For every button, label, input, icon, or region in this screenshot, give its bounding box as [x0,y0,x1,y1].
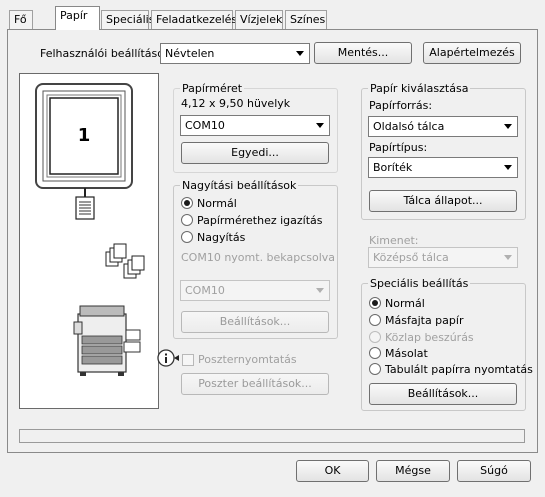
preview-page-number: 1 [77,125,91,146]
paper-size-select[interactable]: COM10 [180,115,330,136]
special-tab-paper-label: Tabulált papírra nyomtatás [385,363,533,376]
paper-type-value: Boríték [373,161,413,174]
output-select[interactable]: Középső tálca [368,247,518,268]
preview-panel: 1 [19,73,159,409]
fit-size-select[interactable]: COM10 [180,280,330,301]
zoom-normal-label: Normál [197,197,237,210]
paper-type-select[interactable]: Boríték [368,157,518,178]
special-copy-label: Másolat [385,347,428,360]
info-icon[interactable] [157,348,179,368]
help-button[interactable]: Súgó [457,460,531,482]
status-strip [19,429,525,443]
tab-label: Színes [290,13,326,26]
special-insert-sheet-radio[interactable] [369,331,381,343]
tab-main[interactable]: Fő [9,10,33,29]
chevron-down-icon [316,123,324,128]
tab-advanced[interactable]: Speciális [101,10,154,29]
user-settings-label: Felhasználói beállítások: [40,47,175,60]
special-settings-title: Speciális beállítás [370,277,469,290]
zoom-settings-title: Nagyítási beállítások [182,179,297,192]
output-label: Kimenet: [369,234,419,247]
fit-size-value: COM10 [185,284,225,297]
tab-label: Speciális [106,13,155,26]
paper-selection-title: Papír kiválasztása [370,82,469,95]
paper-type-label: Papírtípus: [369,141,428,154]
zoom-settings-button[interactable]: Beállítások... [181,311,329,333]
user-settings-value: Névtelen [165,47,215,60]
zoom-enlarge-label: Nagyítás [197,231,246,244]
paper-size-title: Papírméret [182,82,243,95]
tab-label: Vízjelek [240,13,283,26]
zoom-enlarge-radio[interactable] [181,231,193,243]
poster-print-label: Poszternyomtatás [198,353,297,366]
paper-dimensions: 4,12 x 9,50 hüvelyk [181,97,291,110]
save-button[interactable]: Mentés... [314,42,412,64]
tab-color[interactable]: Színes [285,10,327,29]
tab-watermarks[interactable]: Vízjelek [235,10,283,29]
chevron-down-icon [504,165,512,170]
tab-label: Feladatkezelés [156,13,238,26]
custom-size-button[interactable]: Egyedi... [181,142,329,164]
chevron-down-icon [296,51,304,56]
output-value: Középső tálca [373,251,449,264]
special-different-paper-radio[interactable] [369,314,381,326]
paper-size-value: COM10 [185,119,225,132]
paper-source-select[interactable]: Oldalsó tálca [368,116,518,137]
user-settings-select[interactable]: Névtelen [160,43,310,64]
zoom-fit-note: COM10 nyomt. bekapcsolva [181,251,336,264]
cancel-button[interactable]: Mégse [376,460,450,482]
zoom-fit-label: Papírmérethez igazítás [197,214,323,227]
zoom-fit-radio[interactable] [181,214,193,226]
special-normal-label: Normál [385,297,425,310]
tab-job-handling[interactable]: Feladatkezelés [151,10,237,29]
poster-settings-button[interactable]: Poszter beállítások... [181,373,329,395]
defaults-button[interactable]: Alapértelmezés [423,42,521,64]
ok-button[interactable]: OK [296,460,369,482]
chevron-down-icon [504,255,512,260]
poster-print-checkbox[interactable] [182,354,194,366]
chevron-down-icon [316,288,324,293]
special-normal-radio[interactable] [369,297,381,309]
special-settings-button[interactable]: Beállítások... [369,383,517,405]
collate-icon [105,243,145,279]
special-tab-paper-radio[interactable] [369,363,381,375]
printer-icon [73,305,141,376]
paper-source-value: Oldalsó tálca [373,120,445,133]
tab-label: Papír [60,9,88,22]
tab-label: Fő [14,13,27,26]
zoom-normal-radio[interactable] [181,197,193,209]
tab-paper[interactable]: Papír [55,6,100,30]
tray-status-button[interactable]: Tálca állapot... [369,190,517,212]
paper-source-label: Papírforrás: [369,99,433,112]
chevron-down-icon [504,124,512,129]
special-copy-radio[interactable] [369,347,381,359]
special-insert-sheet-label: Közlap beszúrás [385,331,474,344]
special-different-paper-label: Másfajta papír [385,314,464,327]
